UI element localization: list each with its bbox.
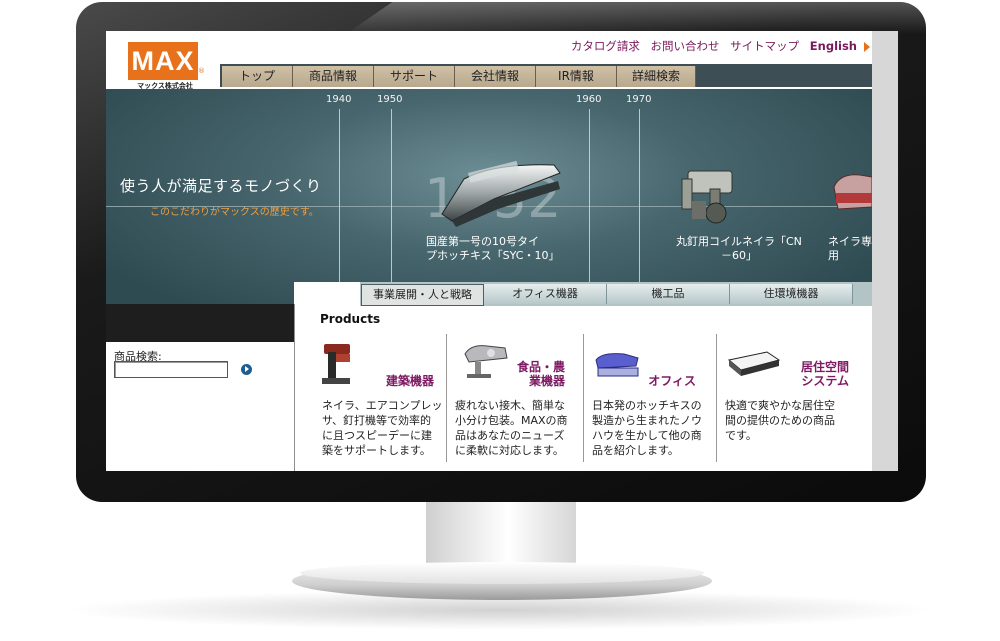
link-english[interactable]: English xyxy=(810,39,857,53)
office-stapler-icon xyxy=(595,353,639,377)
hero-title: 使う人が満足するモノづくり xyxy=(120,177,322,195)
year-label: 1940 xyxy=(326,94,352,105)
year-label: 1960 xyxy=(576,94,602,105)
product-name[interactable]: オフィス xyxy=(640,374,696,388)
tab-spacer xyxy=(294,282,360,306)
search-go-button[interactable] xyxy=(241,364,252,375)
caption-cn60: 丸釘用コイルネイラ「CN －60」 xyxy=(676,235,802,262)
product-description: ネイラ、エアコンプレッ サ、釘打機等で効率的 に且つスピーデーに建 築をサポートしま… xyxy=(322,399,443,457)
monitor-base-top xyxy=(300,562,704,584)
registered-mark: ® xyxy=(198,67,205,75)
caption-nailer: ネイラ専用 xyxy=(828,235,872,262)
product-name[interactable]: 食品・農 業機器 xyxy=(507,360,565,388)
products-heading: Products xyxy=(320,312,381,326)
monitor-neck xyxy=(426,500,576,570)
food-machine-icon xyxy=(464,345,508,378)
product-description: 疲れない接木、簡単な 小分け包装。MAXの商 品はあなたのニューズ に柔軟に対応しま… xyxy=(455,399,568,457)
tab-tools[interactable]: 機工品 xyxy=(607,284,730,304)
nav-tab-support[interactable]: サポート xyxy=(374,66,455,87)
product-description: 日本発のホッチキスの 製造から生まれたノウ ハウを生かして他の商 品を紹介します。 xyxy=(592,399,702,457)
product-office[interactable]: オフィス 日本発のホッチキスの 製造から生まれたノウ ハウを生かして他の商 品を紹介… xyxy=(583,334,717,462)
product-description: 快適で爽やかな居住空 間の提供のための商品 です。 xyxy=(725,399,835,442)
top-links: カタログ請求 お問い合わせ サイトマップ English xyxy=(564,38,870,54)
link-sitemap[interactable]: サイトマップ xyxy=(730,39,799,53)
tab-housing[interactable]: 住環境機器 xyxy=(730,284,853,304)
ceiling-fan-icon xyxy=(727,351,781,376)
timeline-tick xyxy=(391,109,392,304)
product-living-system[interactable]: 居住空間 システム 快適で爽やかな居住空 間の提供のための商品 です。 xyxy=(716,334,873,462)
max-logo[interactable]: MAX xyxy=(128,42,198,80)
construction-nailer-icon xyxy=(322,344,350,384)
left-panel: 商品検索: xyxy=(106,304,295,471)
tab-office[interactable]: オフィス機器 xyxy=(484,284,607,304)
product-construction[interactable]: 建築機器 ネイラ、エアコンプレッ サ、釘打機等で効率的 に且つスピーデーに建 築をサ… xyxy=(294,334,446,462)
timeline-tick xyxy=(339,109,340,304)
caption-syc10: 国産第一号の10号タイ プホッチキス「SYC・10」 xyxy=(426,235,560,262)
product-name[interactable]: 建築機器 xyxy=(364,374,434,388)
history-hero: 1940 1950 1960 1970 使う人が満足するモノづくり このこだわり… xyxy=(106,89,872,304)
hero-subtitle: このこだわりがマックスの歴史です。 xyxy=(150,207,319,218)
link-catalog[interactable]: カタログ請求 xyxy=(571,39,640,53)
nav-tab-ir[interactable]: IR情報 xyxy=(536,66,617,87)
timeline-tick xyxy=(639,109,640,304)
arrow-right-icon xyxy=(864,41,870,52)
nav-tab-search[interactable]: 詳細検索 xyxy=(617,66,696,87)
nav-tab-top[interactable]: トップ xyxy=(222,66,293,87)
search-input[interactable] xyxy=(114,361,228,378)
tab-business[interactable]: 事業展開・人と戦略 xyxy=(361,284,484,306)
stapler-image[interactable] xyxy=(434,159,564,229)
coil-nailer-image[interactable] xyxy=(680,161,750,227)
product-food-agri[interactable]: 食品・農 業機器 疲れない接木、簡単な 小分け包装。MAXの商 品はあなたのニューズ… xyxy=(446,334,583,462)
nailer-image[interactable] xyxy=(830,167,872,215)
bezel-gloss xyxy=(346,2,926,34)
right-gray-strip xyxy=(872,31,898,471)
product-name[interactable]: 居住空間 システム xyxy=(777,360,849,388)
timeline-tick xyxy=(589,109,590,304)
left-dark-band xyxy=(106,304,294,342)
browser-screen: MAX ® マックス株式会社 カタログ請求 お問い合わせ サイトマップ Engl… xyxy=(106,31,898,471)
nav-tab-products[interactable]: 商品情報 xyxy=(293,66,374,87)
nav-tab-company[interactable]: 会社情報 xyxy=(455,66,536,87)
link-contact[interactable]: お問い合わせ xyxy=(650,39,719,53)
year-label: 1970 xyxy=(626,94,652,105)
year-label: 1950 xyxy=(377,94,403,105)
